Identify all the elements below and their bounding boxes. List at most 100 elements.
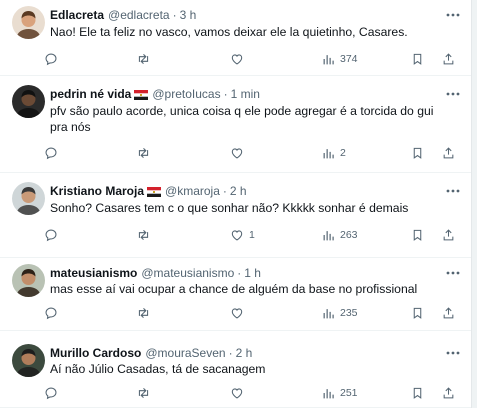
retweet-icon bbox=[136, 146, 151, 160]
reply-icon bbox=[44, 228, 58, 242]
share-icon bbox=[442, 228, 455, 242]
tweet-text: Nao! Ele ta feliz no vasco, vamos deixar… bbox=[50, 25, 408, 39]
display-name[interactable]: pedrin né vida bbox=[50, 87, 131, 101]
user-handle[interactable]: @edlacreta bbox=[108, 8, 170, 22]
retweet-button[interactable] bbox=[136, 226, 156, 244]
retweet-button[interactable] bbox=[136, 144, 156, 162]
more-icon[interactable] bbox=[445, 7, 461, 23]
tweet-text: Sonho? Casares tem c o que sonhar não? K… bbox=[50, 201, 409, 215]
share-button[interactable] bbox=[442, 384, 455, 402]
like-icon bbox=[230, 386, 244, 400]
share-button[interactable] bbox=[442, 50, 455, 68]
like-button[interactable] bbox=[230, 144, 249, 162]
user-handle[interactable]: @kmaroja bbox=[165, 184, 220, 198]
share-button[interactable] bbox=[442, 226, 455, 244]
like-icon bbox=[230, 52, 244, 66]
views-icon bbox=[322, 147, 335, 160]
tweet-reply[interactable]: pedrin né vida @pretoIucas · 1 min pfv são p… bbox=[0, 76, 471, 173]
tweet-reply[interactable]: Kristiano Maroja @kmaroja · 2 h Sonho? Casar… bbox=[0, 173, 471, 258]
timestamp[interactable]: 1 h bbox=[244, 266, 261, 280]
avatar[interactable] bbox=[12, 6, 45, 39]
action-bar: 235 bbox=[44, 304, 461, 322]
tweet-header: Edlacreta @edlacreta · 3 h bbox=[50, 7, 445, 23]
share-icon bbox=[442, 146, 455, 160]
bookmark-button[interactable] bbox=[411, 226, 424, 244]
action-bar: 2 bbox=[44, 144, 461, 162]
views-button[interactable]: 374 bbox=[322, 50, 358, 68]
timestamp[interactable]: 2 h bbox=[230, 184, 247, 198]
user-handle[interactable]: @pretoIucas bbox=[152, 87, 220, 101]
action-bar: 251 bbox=[44, 384, 461, 402]
timestamp[interactable]: 3 h bbox=[180, 8, 197, 22]
tweet-header: Kristiano Maroja @kmaroja · 2 h bbox=[50, 183, 445, 199]
bookmark-icon bbox=[411, 228, 424, 242]
tweet-text: Aí não Júlio Casadas, tá de sacanagem bbox=[50, 362, 266, 376]
separator-dot: · bbox=[228, 346, 233, 360]
share-button[interactable] bbox=[442, 304, 455, 322]
tweet-header: Murillo Cardoso @mouraSeven · 2 h bbox=[50, 345, 445, 361]
avatar[interactable] bbox=[12, 85, 45, 118]
tweet-reply[interactable]: Murillo Cardoso @mouraSeven · 2 h Aí não Júl… bbox=[0, 331, 471, 408]
avatar[interactable] bbox=[12, 344, 45, 377]
like-icon bbox=[230, 306, 244, 320]
views-count: 235 bbox=[340, 307, 358, 319]
retweet-button[interactable] bbox=[136, 50, 156, 68]
reply-icon bbox=[44, 52, 58, 66]
share-icon bbox=[442, 306, 455, 320]
display-name[interactable]: Kristiano Maroja bbox=[50, 184, 144, 198]
tweet-text: pfv são paulo acorde, unica coisa q ele … bbox=[50, 104, 434, 134]
avatar[interactable] bbox=[12, 182, 45, 215]
avatar[interactable] bbox=[12, 264, 45, 297]
timestamp[interactable]: 2 h bbox=[236, 346, 253, 360]
reply-button[interactable] bbox=[44, 304, 63, 322]
separator-dot: · bbox=[237, 266, 242, 280]
retweet-button[interactable] bbox=[136, 304, 156, 322]
separator-dot: · bbox=[222, 184, 227, 198]
like-button[interactable] bbox=[230, 304, 249, 322]
like-icon bbox=[230, 228, 244, 242]
views-button[interactable]: 251 bbox=[322, 384, 358, 402]
views-button[interactable]: 235 bbox=[322, 304, 358, 322]
likes-count: 1 bbox=[249, 229, 255, 241]
like-button[interactable]: 1 bbox=[230, 226, 255, 244]
views-icon bbox=[322, 387, 335, 400]
views-button[interactable]: 2 bbox=[322, 144, 346, 162]
scrollbar[interactable] bbox=[471, 0, 477, 408]
like-button[interactable] bbox=[230, 50, 249, 68]
display-name[interactable]: mateusianismo bbox=[50, 266, 137, 280]
user-handle[interactable]: @mateusianismo bbox=[141, 266, 234, 280]
tweet-text: mas esse aí vai ocupar a chance de algué… bbox=[50, 282, 418, 296]
bookmark-icon bbox=[411, 52, 424, 66]
like-button[interactable] bbox=[230, 384, 249, 402]
more-icon[interactable] bbox=[445, 345, 461, 361]
action-bar: 1 263 bbox=[44, 226, 461, 244]
reply-feed: Edlacreta @edlacreta · 3 h Nao! Ele ta feliz… bbox=[0, 0, 471, 408]
like-icon bbox=[230, 146, 244, 160]
retweet-icon bbox=[136, 228, 151, 242]
share-button[interactable] bbox=[442, 144, 455, 162]
bookmark-button[interactable] bbox=[411, 50, 424, 68]
retweet-icon bbox=[136, 386, 151, 400]
display-name[interactable]: Edlacreta bbox=[50, 8, 104, 22]
reply-icon bbox=[44, 386, 58, 400]
tweet-reply[interactable]: Edlacreta @edlacreta · 3 h Nao! Ele ta feliz… bbox=[0, 0, 471, 76]
retweet-button[interactable] bbox=[136, 384, 156, 402]
timestamp[interactable]: 1 min bbox=[231, 87, 260, 101]
reply-button[interactable] bbox=[44, 226, 63, 244]
tweet-header: mateusianismo @mateusianismo · 1 h bbox=[50, 265, 445, 281]
retweet-icon bbox=[136, 306, 151, 320]
bookmark-button[interactable] bbox=[411, 144, 424, 162]
views-count: 263 bbox=[340, 229, 358, 241]
reply-button[interactable] bbox=[44, 384, 63, 402]
more-icon[interactable] bbox=[445, 86, 461, 102]
tweet-reply[interactable]: mateusianismo @mateusianismo · 1 h mas esse … bbox=[0, 258, 471, 331]
bookmark-button[interactable] bbox=[411, 384, 424, 402]
display-name[interactable]: Murillo Cardoso bbox=[50, 346, 141, 360]
reply-button[interactable] bbox=[44, 50, 63, 68]
reply-button[interactable] bbox=[44, 144, 63, 162]
bookmark-button[interactable] bbox=[411, 304, 424, 322]
more-icon[interactable] bbox=[445, 265, 461, 281]
more-icon[interactable] bbox=[445, 183, 461, 199]
user-handle[interactable]: @mouraSeven bbox=[145, 346, 225, 360]
views-button[interactable]: 263 bbox=[322, 226, 358, 244]
